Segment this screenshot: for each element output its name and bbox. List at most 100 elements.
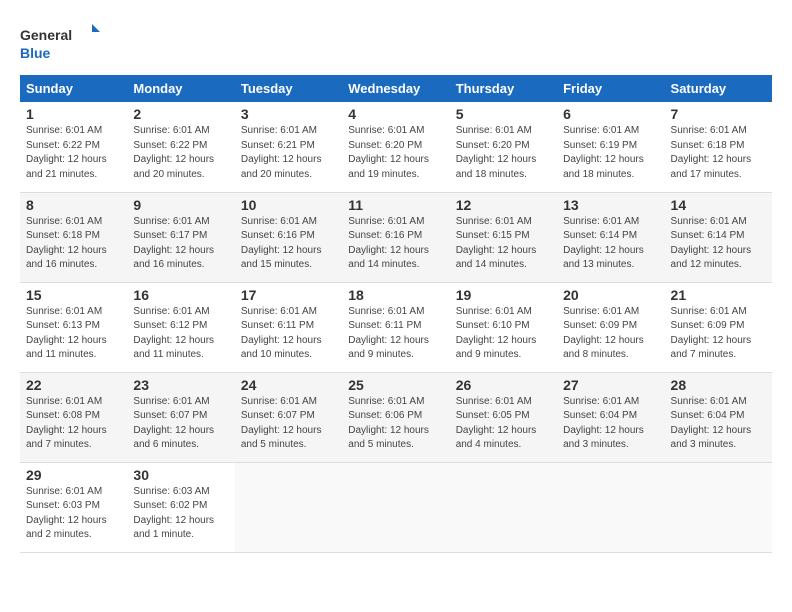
calendar-week-2: 8 Sunrise: 6:01 AM Sunset: 6:18 PM Dayli…: [20, 192, 772, 282]
day-cell-14: 14 Sunrise: 6:01 AM Sunset: 6:14 PM Dayl…: [665, 192, 772, 282]
day-info: Sunrise: 6:01 AM Sunset: 6:10 PM Dayligh…: [456, 305, 551, 363]
day-cell-29: 29 Sunrise: 6:01 AM Sunset: 6:03 PM Dayl…: [20, 462, 127, 552]
day-number: 20: [563, 287, 658, 303]
header-thursday: Thursday: [450, 75, 557, 102]
day-info: Sunrise: 6:01 AM Sunset: 6:16 PM Dayligh…: [348, 215, 443, 273]
day-info: Sunrise: 6:01 AM Sunset: 6:11 PM Dayligh…: [241, 305, 336, 363]
day-info: Sunrise: 6:01 AM Sunset: 6:17 PM Dayligh…: [133, 215, 228, 273]
day-number: 24: [241, 377, 336, 393]
day-info: Sunrise: 6:01 AM Sunset: 6:14 PM Dayligh…: [671, 215, 766, 273]
calendar-week-3: 15 Sunrise: 6:01 AM Sunset: 6:13 PM Dayl…: [20, 282, 772, 372]
day-cell-16: 16 Sunrise: 6:01 AM Sunset: 6:12 PM Dayl…: [127, 282, 234, 372]
day-info: Sunrise: 6:01 AM Sunset: 6:09 PM Dayligh…: [671, 305, 766, 363]
day-info: Sunrise: 6:01 AM Sunset: 6:22 PM Dayligh…: [133, 124, 228, 182]
day-number: 10: [241, 197, 336, 213]
day-cell-19: 19 Sunrise: 6:01 AM Sunset: 6:10 PM Dayl…: [450, 282, 557, 372]
day-number: 4: [348, 106, 443, 122]
calendar-week-5: 29 Sunrise: 6:01 AM Sunset: 6:03 PM Dayl…: [20, 462, 772, 552]
day-cell-26: 26 Sunrise: 6:01 AM Sunset: 6:05 PM Dayl…: [450, 372, 557, 462]
day-number: 21: [671, 287, 766, 303]
day-number: 18: [348, 287, 443, 303]
day-info: Sunrise: 6:01 AM Sunset: 6:18 PM Dayligh…: [671, 124, 766, 182]
day-number: 11: [348, 197, 443, 213]
day-number: 30: [133, 467, 228, 483]
day-number: 3: [241, 106, 336, 122]
day-cell-6: 6 Sunrise: 6:01 AM Sunset: 6:19 PM Dayli…: [557, 102, 664, 192]
day-info: Sunrise: 6:01 AM Sunset: 6:20 PM Dayligh…: [456, 124, 551, 182]
day-cell-5: 5 Sunrise: 6:01 AM Sunset: 6:20 PM Dayli…: [450, 102, 557, 192]
weekday-header-row: Sunday Monday Tuesday Wednesday Thursday…: [20, 75, 772, 102]
day-info: Sunrise: 6:01 AM Sunset: 6:13 PM Dayligh…: [26, 305, 121, 363]
day-info: Sunrise: 6:01 AM Sunset: 6:12 PM Dayligh…: [133, 305, 228, 363]
day-cell-9: 9 Sunrise: 6:01 AM Sunset: 6:17 PM Dayli…: [127, 192, 234, 282]
day-info: Sunrise: 6:01 AM Sunset: 6:08 PM Dayligh…: [26, 395, 121, 453]
header-saturday: Saturday: [665, 75, 772, 102]
day-cell-28: 28 Sunrise: 6:01 AM Sunset: 6:04 PM Dayl…: [665, 372, 772, 462]
day-number: 6: [563, 106, 658, 122]
logo: General Blue: [20, 20, 110, 65]
day-info: Sunrise: 6:01 AM Sunset: 6:22 PM Dayligh…: [26, 124, 121, 182]
day-number: 7: [671, 106, 766, 122]
day-cell-1: 1 Sunrise: 6:01 AM Sunset: 6:22 PM Dayli…: [20, 102, 127, 192]
day-number: 14: [671, 197, 766, 213]
day-number: 13: [563, 197, 658, 213]
day-number: 15: [26, 287, 121, 303]
header-wednesday: Wednesday: [342, 75, 449, 102]
day-number: 23: [133, 377, 228, 393]
empty-cell: [235, 462, 342, 552]
day-info: Sunrise: 6:01 AM Sunset: 6:07 PM Dayligh…: [241, 395, 336, 453]
day-info: Sunrise: 6:01 AM Sunset: 6:14 PM Dayligh…: [563, 215, 658, 273]
day-info: Sunrise: 6:01 AM Sunset: 6:11 PM Dayligh…: [348, 305, 443, 363]
empty-cell: [450, 462, 557, 552]
day-number: 1: [26, 106, 121, 122]
day-cell-30: 30 Sunrise: 6:03 AM Sunset: 6:02 PM Dayl…: [127, 462, 234, 552]
header-monday: Monday: [127, 75, 234, 102]
svg-text:General: General: [20, 27, 72, 43]
svg-text:Blue: Blue: [20, 45, 51, 61]
day-cell-2: 2 Sunrise: 6:01 AM Sunset: 6:22 PM Dayli…: [127, 102, 234, 192]
day-info: Sunrise: 6:01 AM Sunset: 6:06 PM Dayligh…: [348, 395, 443, 453]
day-info: Sunrise: 6:01 AM Sunset: 6:07 PM Dayligh…: [133, 395, 228, 453]
empty-cell: [342, 462, 449, 552]
day-cell-13: 13 Sunrise: 6:01 AM Sunset: 6:14 PM Dayl…: [557, 192, 664, 282]
day-cell-23: 23 Sunrise: 6:01 AM Sunset: 6:07 PM Dayl…: [127, 372, 234, 462]
day-number: 9: [133, 197, 228, 213]
empty-cell: [665, 462, 772, 552]
day-info: Sunrise: 6:01 AM Sunset: 6:04 PM Dayligh…: [671, 395, 766, 453]
day-info: Sunrise: 6:01 AM Sunset: 6:21 PM Dayligh…: [241, 124, 336, 182]
day-cell-18: 18 Sunrise: 6:01 AM Sunset: 6:11 PM Dayl…: [342, 282, 449, 372]
day-number: 22: [26, 377, 121, 393]
day-cell-25: 25 Sunrise: 6:01 AM Sunset: 6:06 PM Dayl…: [342, 372, 449, 462]
day-cell-7: 7 Sunrise: 6:01 AM Sunset: 6:18 PM Dayli…: [665, 102, 772, 192]
day-number: 28: [671, 377, 766, 393]
header-tuesday: Tuesday: [235, 75, 342, 102]
calendar-table: Sunday Monday Tuesday Wednesday Thursday…: [20, 75, 772, 553]
day-number: 27: [563, 377, 658, 393]
day-number: 16: [133, 287, 228, 303]
day-cell-20: 20 Sunrise: 6:01 AM Sunset: 6:09 PM Dayl…: [557, 282, 664, 372]
day-cell-8: 8 Sunrise: 6:01 AM Sunset: 6:18 PM Dayli…: [20, 192, 127, 282]
day-number: 12: [456, 197, 551, 213]
day-cell-11: 11 Sunrise: 6:01 AM Sunset: 6:16 PM Dayl…: [342, 192, 449, 282]
day-cell-15: 15 Sunrise: 6:01 AM Sunset: 6:13 PM Dayl…: [20, 282, 127, 372]
day-info: Sunrise: 6:01 AM Sunset: 6:19 PM Dayligh…: [563, 124, 658, 182]
day-cell-12: 12 Sunrise: 6:01 AM Sunset: 6:15 PM Dayl…: [450, 192, 557, 282]
day-info: Sunrise: 6:01 AM Sunset: 6:16 PM Dayligh…: [241, 215, 336, 273]
day-cell-27: 27 Sunrise: 6:01 AM Sunset: 6:04 PM Dayl…: [557, 372, 664, 462]
day-cell-10: 10 Sunrise: 6:01 AM Sunset: 6:16 PM Dayl…: [235, 192, 342, 282]
calendar-week-4: 22 Sunrise: 6:01 AM Sunset: 6:08 PM Dayl…: [20, 372, 772, 462]
logo-svg: General Blue: [20, 20, 110, 65]
day-cell-21: 21 Sunrise: 6:01 AM Sunset: 6:09 PM Dayl…: [665, 282, 772, 372]
day-number: 25: [348, 377, 443, 393]
day-cell-3: 3 Sunrise: 6:01 AM Sunset: 6:21 PM Dayli…: [235, 102, 342, 192]
header-friday: Friday: [557, 75, 664, 102]
day-cell-24: 24 Sunrise: 6:01 AM Sunset: 6:07 PM Dayl…: [235, 372, 342, 462]
day-number: 5: [456, 106, 551, 122]
day-number: 29: [26, 467, 121, 483]
header-sunday: Sunday: [20, 75, 127, 102]
day-cell-17: 17 Sunrise: 6:01 AM Sunset: 6:11 PM Dayl…: [235, 282, 342, 372]
day-info: Sunrise: 6:01 AM Sunset: 6:05 PM Dayligh…: [456, 395, 551, 453]
page-header: General Blue: [20, 20, 772, 65]
day-number: 8: [26, 197, 121, 213]
empty-cell: [557, 462, 664, 552]
